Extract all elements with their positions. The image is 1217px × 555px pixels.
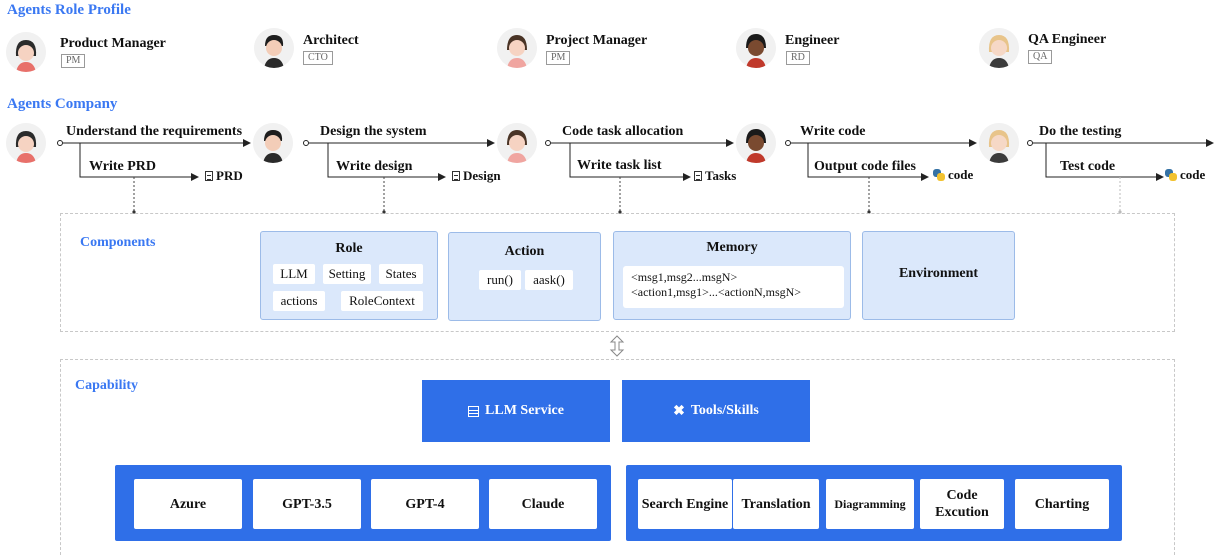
environment-card-title: Environment (898, 266, 979, 281)
step-label-do-testing: Do the testing (1039, 124, 1122, 139)
memory-line-messages: <msg1,msg2...msgN> (631, 270, 738, 284)
output-code-engineer: code (933, 167, 973, 183)
tool-item-diagramming[interactable]: Diagramming (826, 479, 914, 529)
llm-item-azure[interactable]: Azure (134, 479, 242, 529)
output-prd: PRD (205, 168, 243, 184)
section-title-capability: Capability (75, 378, 139, 393)
step-sublabel-write-prd: Write PRD (89, 159, 156, 174)
action-card-title: Action (504, 244, 545, 259)
output-code-qa: code (1165, 167, 1205, 183)
tool-item-charting[interactable]: Charting (1015, 479, 1109, 529)
document-icon (452, 171, 460, 181)
server-icon (468, 405, 480, 417)
document-icon (205, 171, 213, 181)
output-tasks-label: Tasks (705, 168, 737, 183)
role-chip-llm: LLM (273, 264, 315, 284)
output-tasks: Tasks (694, 168, 736, 184)
memory-content: <msg1,msg2...msgN> <action1,msg1>...<act… (623, 266, 844, 308)
python-icon (933, 169, 945, 181)
step-sublabel-write-design: Write design (336, 159, 413, 174)
llm-item-gpt4[interactable]: GPT-4 (371, 479, 479, 529)
tool-item-code-excution[interactable]: Code Excution (920, 479, 1004, 529)
step-label-understand-requirements: Understand the requirements (66, 124, 243, 139)
step-label-write-code: Write code (800, 124, 866, 139)
tools-icon: ✖ (673, 403, 685, 419)
role-chip-rolecontext: RoleContext (341, 291, 423, 311)
llm-item-gpt35[interactable]: GPT-3.5 (253, 479, 361, 529)
role-card-title: Role (335, 241, 363, 256)
step-sublabel-write-task-list: Write task list (577, 158, 662, 173)
tool-item-search-engine[interactable]: Search Engine (638, 479, 732, 529)
output-code-label: code (948, 167, 974, 182)
action-chip-aask: aask() (525, 270, 573, 290)
action-card: Action run() aask() (448, 232, 601, 321)
llm-service-label: LLM Service (485, 403, 564, 418)
tools-panel: Search Engine Translation Diagramming Co… (626, 465, 1122, 541)
llm-provider-panel: Azure GPT-3.5 GPT-4 Claude (115, 465, 611, 541)
llm-item-claude[interactable]: Claude (489, 479, 597, 529)
step-sublabel-output-code-files: Output code files (814, 159, 916, 174)
python-icon (1165, 169, 1177, 181)
role-chip-states: States (379, 264, 423, 284)
step-label-design-system: Design the system (320, 124, 427, 139)
llm-service-button[interactable]: LLM Service (422, 380, 610, 442)
action-chip-run: run() (479, 270, 521, 290)
role-chip-actions: actions (273, 291, 325, 311)
output-prd-label: PRD (216, 168, 243, 183)
memory-card: Memory <msg1,msg2...msgN> <action1,msg1>… (613, 231, 851, 320)
output-design: Design (452, 168, 501, 184)
output-design-label: Design (463, 168, 501, 183)
role-card: Role LLM Setting States actions RoleCont… (260, 231, 438, 320)
document-icon (694, 171, 702, 181)
section-title-components: Components (80, 235, 156, 250)
tool-item-translation[interactable]: Translation (733, 479, 819, 529)
tools-skills-button[interactable]: ✖ Tools/Skills (622, 380, 810, 442)
tools-skills-label: Tools/Skills (690, 403, 759, 418)
environment-card: Environment (862, 231, 1015, 320)
memory-line-actions: <action1,msg1>...<actionN,msgN> (631, 285, 802, 299)
output-code-qa-label: code (1180, 167, 1206, 182)
step-label-code-task-allocation: Code task allocation (562, 124, 684, 139)
role-chip-setting: Setting (323, 264, 371, 284)
step-sublabel-test-code: Test code (1060, 159, 1116, 174)
memory-card-title: Memory (706, 240, 758, 255)
